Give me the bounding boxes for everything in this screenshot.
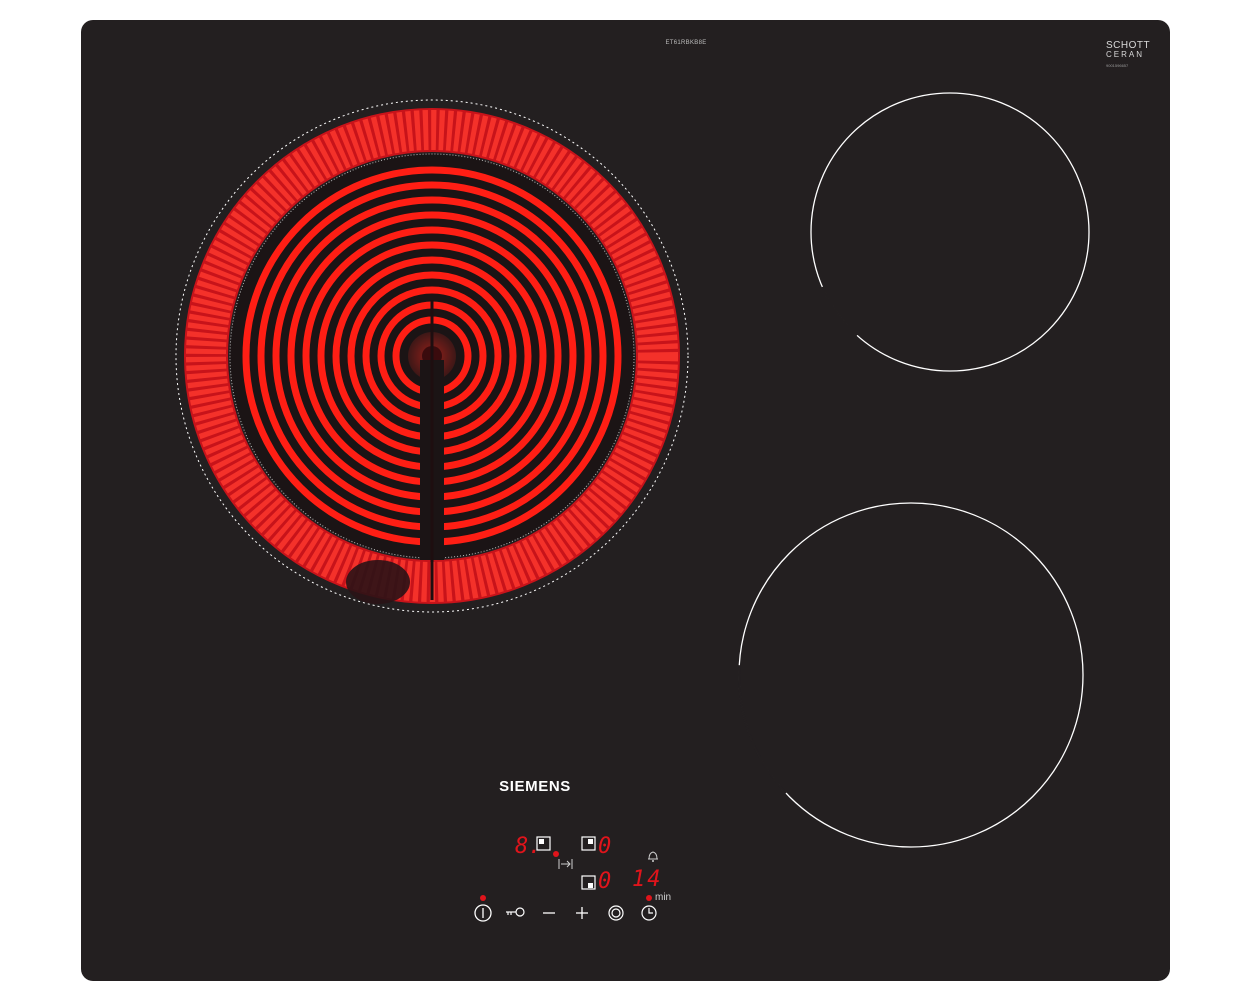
zone-front-right-indicator-icon [581,875,596,890]
zone-left-indicator-icon [536,836,551,851]
timer-unit-label: min [655,892,672,903]
minus-icon[interactable] [541,905,557,921]
timer-active-dot [646,895,652,901]
power-active-dot [480,895,486,901]
zone-front-right-level-display: 0 [598,869,612,894]
timer-display: 14 [632,867,663,892]
zone-select-icon[interactable] [607,904,625,922]
cooking-zones [175,92,1090,848]
plus-icon[interactable] [574,905,590,921]
timer-clock-icon[interactable] [640,904,658,922]
zone-rear-right-indicator-icon [581,836,596,851]
siemens-logo: SIEMENS [499,778,571,795]
extend-zone-icon[interactable] [558,858,574,870]
power-icon[interactable] [473,903,493,923]
key-lock-icon[interactable] [504,905,526,919]
cooking-zone-rear-right [810,92,1090,372]
bell-icon [648,851,658,862]
zone-rear-right-level-display: 0 [598,834,612,859]
cooking-zone-front-right [738,502,1084,848]
zone-left-active-dot [553,851,559,857]
cooking-zone-front-left [175,99,689,613]
